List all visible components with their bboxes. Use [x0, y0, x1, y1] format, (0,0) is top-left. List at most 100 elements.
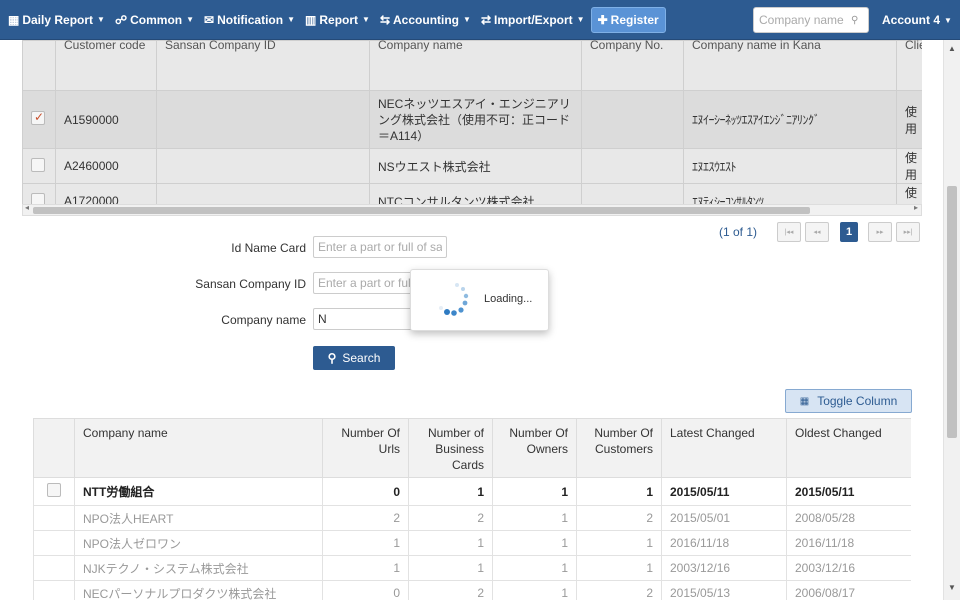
company-no-cell	[581, 90, 684, 149]
company-no-cell	[581, 148, 684, 184]
menu-import-export-label: Import/Export	[494, 12, 573, 27]
company-search-input[interactable]	[759, 13, 851, 27]
horizontal-scroll-thumb[interactable]	[33, 207, 810, 214]
client-cell: 使用	[896, 183, 922, 204]
toggle-column-label: Toggle Column	[817, 394, 898, 408]
vertical-scroll-thumb[interactable]	[947, 186, 957, 438]
table-row[interactable]: A1720000 NTCコンサルタンツ株式会社 ｴﾇﾃｨｼｰｺﾝｻﾙﾀﾝﾂ 使用	[22, 183, 922, 204]
table-row[interactable]: NECパーソナルプロダクツ株式会社 0 2 1 2 2015/05/13 200…	[33, 580, 911, 600]
vertical-scrollbar[interactable]: ▲ ▼	[943, 40, 960, 600]
company-name-label: Company name	[221, 313, 306, 327]
table-row[interactable]: A2460000 NSウエスト株式会社 ｴﾇｴｽｳｴｽﾄ 使用	[22, 148, 922, 184]
select-header	[22, 40, 56, 91]
search-icon: ⚲	[327, 351, 337, 365]
oldest-changed-cell: 2006/08/17	[786, 580, 911, 600]
column-header[interactable]: Number Of Owners	[492, 418, 577, 478]
scroll-down-icon[interactable]: ▼	[944, 583, 960, 592]
menu-notification-label: Notification	[217, 12, 284, 27]
sansan-company-id-label: Sansan Company ID	[195, 277, 306, 291]
company-name-cell: NTT労働組合	[74, 477, 323, 506]
column-header[interactable]: Oldest Changed	[786, 418, 911, 478]
menu-accounting[interactable]: ⇆ Accounting ▼	[380, 0, 471, 40]
client-cell: 使用	[896, 90, 922, 149]
customer-code-cell: A1720000	[55, 183, 157, 204]
register-button-label: Register	[610, 12, 659, 27]
owners-cell: 1	[492, 477, 577, 506]
prev-page-button[interactable]: ◂◂	[805, 222, 830, 242]
chevron-down-icon: ▼	[463, 15, 471, 24]
column-header[interactable]: Customer code	[55, 40, 157, 91]
menu-common[interactable]: ☍ Common ▼	[115, 0, 194, 40]
scroll-up-icon[interactable]: ▲	[944, 44, 960, 53]
row-checkbox[interactable]	[31, 192, 45, 204]
scroll-right-icon[interactable]: ▸	[914, 203, 918, 212]
company-name-cell: NPO法人ゼロワン	[74, 530, 323, 556]
menu-daily-report[interactable]: ▦ Daily Report ▼	[8, 0, 105, 40]
id-name-card-input[interactable]	[313, 236, 447, 258]
column-header[interactable]: Number Of Customers	[576, 418, 662, 478]
envelope-icon: ✉	[204, 12, 215, 27]
column-header[interactable]: Sansan Company ID	[156, 40, 370, 91]
menu-notification[interactable]: ✉ Notification ▼	[204, 0, 295, 40]
customers-cell: 2	[576, 580, 662, 600]
horizontal-scrollbar[interactable]: ◂ ▸	[22, 203, 922, 216]
sansan-id-cell	[156, 90, 370, 149]
column-header[interactable]: Clie	[896, 40, 922, 91]
table-row[interactable]: NPO法人HEART 2 2 1 2 2015/05/01 2008/05/28	[33, 505, 911, 531]
page-info: (1 of 1)	[719, 225, 758, 239]
search-button[interactable]: ⚲ Search	[313, 346, 395, 370]
customer-table: Customer code Sansan Company ID Company …	[22, 40, 922, 204]
spinner-icon	[439, 283, 469, 316]
column-header[interactable]: Company name in Kana	[683, 40, 897, 91]
company-name-cell: NTCコンサルタンツ株式会社	[369, 183, 582, 204]
company-name-cell: NJKテクノ・システム株式会社	[74, 555, 323, 581]
oldest-changed-cell: 2016/11/18	[786, 530, 911, 556]
users-icon: ☍	[114, 12, 128, 27]
column-header[interactable]: Number Of Urls	[322, 418, 409, 478]
menu-import-export[interactable]: ⇄ Import/Export ▼	[481, 0, 585, 40]
column-header[interactable]: Number of Business Cards	[408, 418, 493, 478]
owners-cell: 1	[492, 530, 577, 556]
row-checkbox[interactable]	[31, 157, 45, 172]
first-page-button[interactable]: |◂◂	[777, 222, 802, 242]
search-button-label: Search	[342, 351, 381, 365]
chevron-down-icon: ▼	[287, 15, 296, 24]
plus-icon: ✚	[597, 12, 608, 27]
cards-cell: 1	[408, 555, 493, 581]
urls-cell: 1	[322, 555, 409, 581]
chevron-down-icon: ▼	[944, 15, 952, 25]
loading-dialog: Loading...	[410, 269, 549, 331]
kana-cell: ｴﾇｴｽｳｴｽﾄ	[683, 148, 897, 184]
customers-cell: 2	[576, 505, 662, 531]
table-row[interactable]: A1590000 NECネッツエスアイ・エンジニアリング株式会社（使用不可：正コ…	[22, 90, 922, 149]
toggle-column-button[interactable]: ▦ Toggle Column	[785, 389, 912, 413]
sansan-id-cell	[156, 183, 370, 204]
table-row[interactable]: NJKテクノ・システム株式会社 1 1 1 1 2003/12/16 2003/…	[33, 555, 911, 581]
chevron-down-icon: ▼	[186, 15, 195, 24]
table-row[interactable]: NPO法人ゼロワン 1 1 1 1 2016/11/18 2016/11/18	[33, 530, 911, 556]
top-navbar: ▦ Daily Report ▼ ☍ Common ▼ ✉ Notificati…	[0, 0, 960, 40]
column-header[interactable]: Company name	[74, 418, 323, 478]
column-header[interactable]: Company No.	[581, 40, 684, 91]
menu-common-label: Common	[130, 12, 183, 27]
calendar-icon: ▦	[8, 12, 20, 27]
register-button[interactable]: ✚ Register	[590, 6, 666, 33]
menu-report[interactable]: ▥ Report ▼	[305, 0, 370, 40]
scroll-left-icon[interactable]: ◂	[25, 203, 29, 212]
chevron-down-icon: ▼	[576, 15, 585, 24]
column-header[interactable]: Company name	[369, 40, 582, 91]
menu-report-label: Report	[319, 12, 359, 27]
next-page-button[interactable]: ▸▸	[868, 222, 893, 242]
account-menu[interactable]: Account 4 ▼	[882, 0, 952, 40]
menu-daily-report-label: Daily Report	[22, 12, 94, 27]
client-cell: 使用	[896, 148, 922, 184]
last-page-button[interactable]: ▸▸|	[896, 222, 921, 242]
column-header[interactable]: Latest Changed	[661, 418, 787, 478]
row-checkbox[interactable]	[47, 483, 61, 497]
select-header	[33, 418, 75, 478]
table-row[interactable]: NTT労働組合 0 1 1 1 2015/05/11 2015/05/11	[33, 477, 911, 506]
row-checkbox[interactable]	[31, 110, 45, 125]
latest-changed-cell: 2015/05/01	[661, 505, 787, 531]
page-1-button[interactable]: 1	[840, 222, 859, 242]
loading-text: Loading...	[484, 293, 533, 305]
